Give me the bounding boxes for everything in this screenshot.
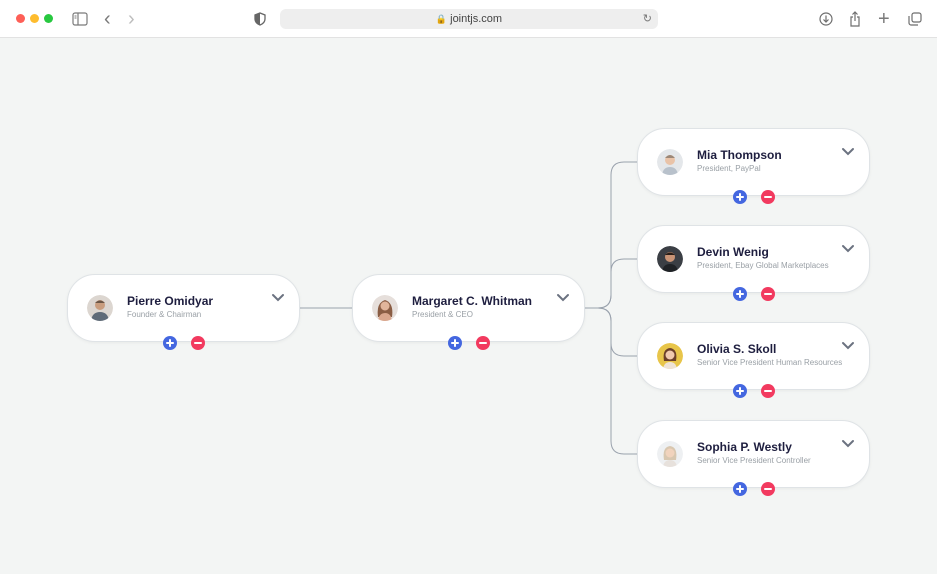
privacy-shield-icon[interactable]	[254, 9, 266, 29]
org-node[interactable]: Sophia P. Westly Senior Vice President C…	[637, 420, 870, 496]
address-bar-url: 🔒 jointjs.com	[280, 9, 658, 29]
share-icon[interactable]	[849, 9, 861, 29]
remove-node-button[interactable]	[476, 336, 490, 350]
address-bar[interactable]: 🔒 jointjs.com ↻	[280, 9, 658, 29]
avatar	[657, 343, 683, 369]
remove-node-button[interactable]	[761, 384, 775, 398]
browser-toolbar: ‹ › 🔒 jointjs.com ↻ +	[0, 0, 937, 38]
chevron-down-icon[interactable]	[841, 341, 855, 351]
node-title: Senior Vice President Human Resources	[697, 358, 843, 367]
node-title: Founder & Chairman	[127, 310, 202, 319]
org-node[interactable]: Mia Thompson President, PayPal	[637, 128, 870, 204]
add-child-button[interactable]	[163, 336, 177, 350]
sidebar-toggle-icon[interactable]	[72, 9, 88, 29]
add-child-button[interactable]	[448, 336, 462, 350]
link-margaret-olivia	[585, 307, 638, 357]
chevron-down-icon[interactable]	[271, 293, 285, 303]
url-text: jointjs.com	[450, 13, 503, 25]
chevron-down-icon[interactable]	[841, 147, 855, 157]
node-title: President, Ebay Global Marketplaces	[697, 261, 829, 270]
org-node[interactable]: Olivia S. Skoll Senior Vice President Hu…	[637, 322, 870, 398]
maximize-window-button[interactable]	[44, 14, 53, 23]
link-margaret-mia	[585, 161, 638, 309]
node-name: Sophia P. Westly	[697, 440, 792, 454]
node-name: Pierre Omidyar	[127, 294, 214, 308]
tab-overview-icon[interactable]	[908, 9, 922, 29]
remove-node-button[interactable]	[761, 287, 775, 301]
node-title: President & CEO	[412, 310, 473, 319]
org-node[interactable]: Devin Wenig President, Ebay Global Marke…	[637, 225, 870, 301]
node-title: President, PayPal	[697, 164, 761, 173]
avatar	[657, 149, 683, 175]
minimize-window-button[interactable]	[30, 14, 39, 23]
add-child-button[interactable]	[733, 482, 747, 496]
remove-node-button[interactable]	[761, 190, 775, 204]
remove-node-button[interactable]	[191, 336, 205, 350]
node-name: Olivia S. Skoll	[697, 342, 777, 356]
avatar	[87, 295, 113, 321]
node-name: Mia Thompson	[697, 148, 782, 162]
avatar	[657, 441, 683, 467]
avatar	[657, 246, 683, 272]
chevron-down-icon[interactable]	[841, 439, 855, 449]
org-node[interactable]: Pierre Omidyar Founder & Chairman	[67, 274, 300, 350]
back-icon[interactable]: ‹	[104, 9, 111, 29]
node-title: Senior Vice President Controller	[697, 456, 811, 465]
remove-node-button[interactable]	[761, 482, 775, 496]
link-margaret-devin	[585, 258, 638, 309]
node-name: Margaret C. Whitman	[412, 294, 533, 308]
avatar	[372, 295, 398, 321]
add-child-button[interactable]	[733, 190, 747, 204]
add-child-button[interactable]	[733, 384, 747, 398]
add-child-button[interactable]	[733, 287, 747, 301]
new-tab-icon[interactable]: +	[878, 9, 890, 29]
node-name: Devin Wenig	[697, 245, 769, 259]
lock-icon: 🔒	[435, 14, 448, 24]
chevron-down-icon[interactable]	[556, 293, 570, 303]
link-margaret-sophia	[585, 307, 638, 455]
reload-icon[interactable]: ↻	[643, 9, 652, 29]
close-window-button[interactable]	[16, 14, 25, 23]
chevron-down-icon[interactable]	[841, 244, 855, 254]
downloads-icon[interactable]	[819, 9, 833, 29]
forward-icon[interactable]: ›	[128, 9, 135, 29]
org-node[interactable]: Margaret C. Whitman President & CEO	[352, 274, 585, 350]
